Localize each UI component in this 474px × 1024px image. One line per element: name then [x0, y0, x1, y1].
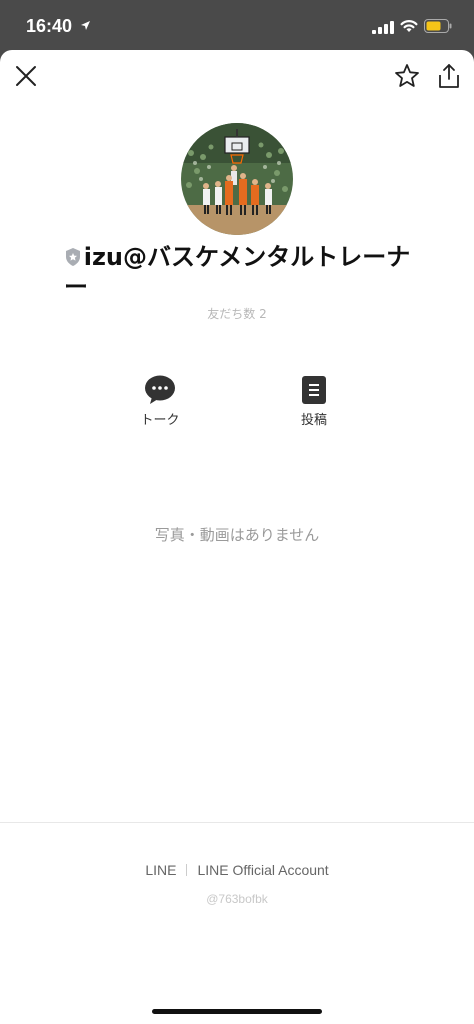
posts-label: 投稿: [300, 413, 327, 428]
star-icon[interactable]: [393, 62, 421, 90]
cellular-signal-icon: [372, 21, 394, 34]
close-icon[interactable]: [14, 64, 38, 88]
talk-label: トーク: [140, 413, 180, 428]
line-link[interactable]: LINE: [145, 862, 176, 878]
posts-button[interactable]: 投稿: [274, 375, 354, 428]
profile-name-line2: ー: [64, 273, 88, 301]
location-arrow-icon: [81, 21, 90, 30]
line-official-account-link[interactable]: LINE Official Account: [197, 862, 328, 878]
chat-bubble-icon: [145, 375, 175, 404]
battery-icon: [424, 19, 452, 33]
post-document-icon: [302, 376, 326, 404]
share-icon[interactable]: [436, 62, 462, 90]
profile-avatar[interactable]: [181, 123, 293, 235]
profile-name: izu@バスケメンタルトレーナ ー: [40, 242, 434, 302]
empty-media-message: 写真・動画はありません: [154, 526, 320, 544]
profile-name-line1: izu@バスケメンタルトレーナ: [83, 243, 411, 271]
wifi-icon: [400, 20, 418, 32]
talk-button[interactable]: トーク: [120, 375, 200, 428]
status-bar: 16:40: [0, 0, 474, 50]
status-time: 16:40: [26, 16, 73, 36]
friends-count: 友だち数 2: [207, 307, 267, 321]
account-id: @763bofbk: [206, 892, 268, 906]
footer-links: LINE LINE Official Account: [0, 862, 474, 878]
profile-sheet: izu@バスケメンタルトレーナ ー 友だち数 2 トーク 投稿 写真・動画はあり…: [0, 50, 474, 1024]
home-indicator[interactable]: [152, 1009, 322, 1014]
shield-badge-icon: [65, 248, 80, 266]
footer-divider: [0, 822, 474, 823]
footer-separator: [186, 864, 188, 876]
